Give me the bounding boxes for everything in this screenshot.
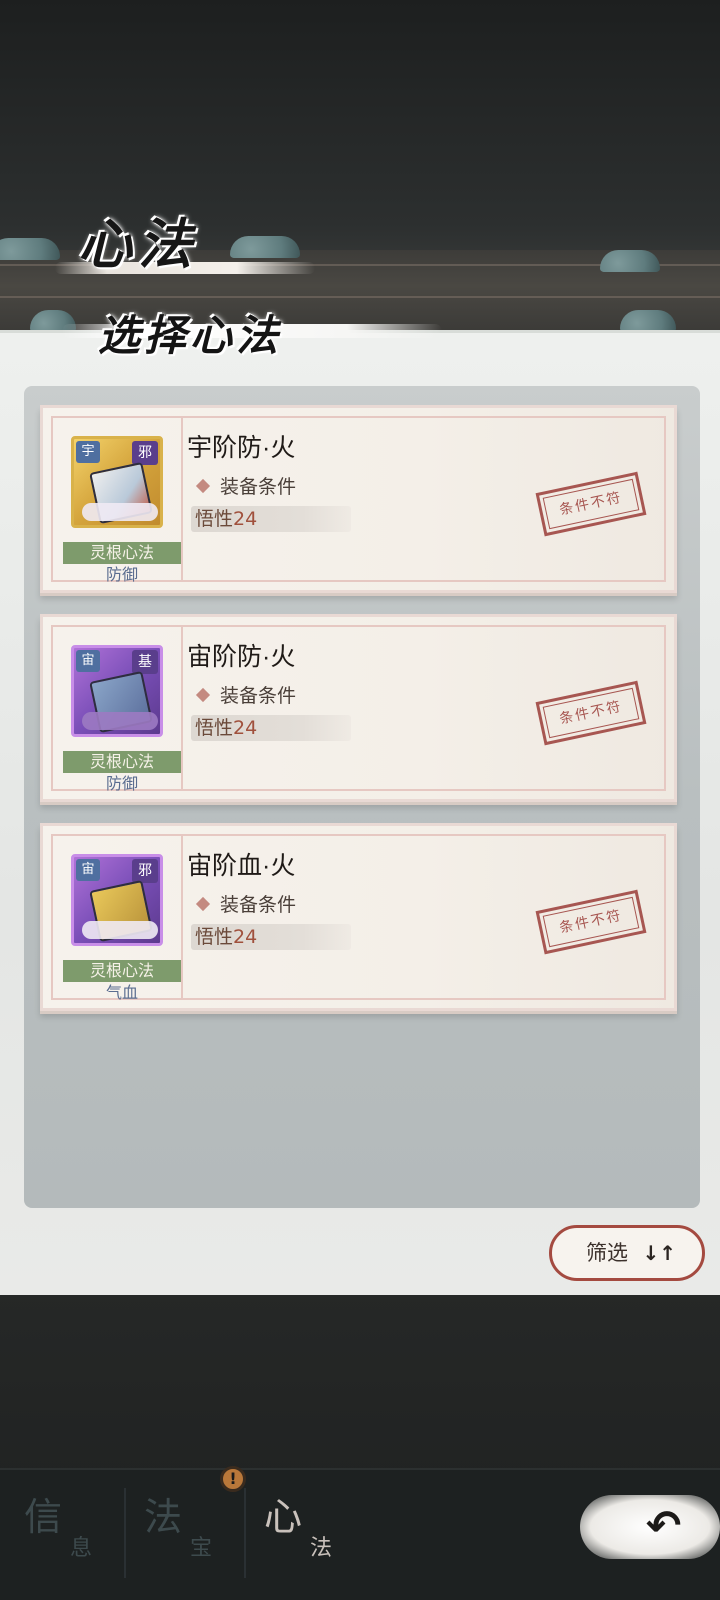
filter-label: 筛选 xyxy=(586,1241,628,1265)
back-button[interactable]: ↶ xyxy=(580,1495,720,1559)
icon-frame: 宙 邪 灵根心法 气血 xyxy=(53,836,183,1002)
requirement-value: 24 xyxy=(233,717,258,739)
type-label: 灵根心法 xyxy=(63,751,181,773)
book-purple-icon: 宙 基 xyxy=(71,645,163,737)
card-name: 宇阶防·火 xyxy=(187,434,296,462)
affinity-tag: 邪 xyxy=(132,859,158,883)
requirement-key: 悟性 xyxy=(195,508,234,530)
card-item[interactable]: 宇 邪 灵根心法 防御 宇阶防·火 装备条件 悟性24 条件不符 xyxy=(40,405,677,593)
cloud-decoration xyxy=(230,236,300,258)
condition-label: 装备条件 xyxy=(220,476,297,498)
rank-tag: 宙 xyxy=(76,650,100,672)
type-label: 灵根心法 xyxy=(63,960,181,982)
book-gold-icon: 宇 邪 xyxy=(71,436,163,528)
tab-treasure-small: 宝 xyxy=(190,1536,213,1561)
card-item[interactable]: 宙 邪 灵根心法 气血 宙阶血·火 装备条件 悟性24 条件不符 xyxy=(40,823,677,1011)
category-label: 防御 xyxy=(105,565,138,584)
card-name: 宙阶防·火 xyxy=(187,643,296,671)
back-arrow-icon: ↶ xyxy=(646,1501,682,1550)
tab-info-small: 息 xyxy=(70,1536,93,1561)
filter-button[interactable]: 筛选 ↓↑ xyxy=(549,1225,705,1281)
requirement-key: 悟性 xyxy=(195,926,234,948)
icon-frame: 宙 基 灵根心法 防御 xyxy=(53,627,183,793)
cloud-decoration xyxy=(600,250,660,272)
requirement-bar: 悟性24 xyxy=(191,506,351,532)
tab-info[interactable]: 信 息 xyxy=(4,1486,122,1576)
sort-arrows-icon: ↓↑ xyxy=(642,1241,676,1265)
rank-tag: 宙 xyxy=(76,859,100,881)
condition-row: 装备条件 xyxy=(195,681,297,708)
cloud-puff xyxy=(82,712,158,730)
type-label: 灵根心法 xyxy=(63,542,181,564)
requirement-value: 24 xyxy=(233,508,258,530)
rank-tag: 宇 xyxy=(76,441,100,463)
card-name: 宙阶血·火 xyxy=(187,852,296,880)
affinity-tag: 邪 xyxy=(132,441,158,465)
condition-row: 装备条件 xyxy=(195,472,297,499)
tab-info-big: 信 xyxy=(24,1495,63,1539)
diamond-icon xyxy=(195,478,211,494)
requirement-key: 悟性 xyxy=(195,717,234,739)
tab-xinfa-big: 心 xyxy=(264,1495,303,1539)
tab-treasure[interactable]: 法 宝 xyxy=(124,1486,242,1576)
requirement-bar: 悟性24 xyxy=(191,924,351,950)
affinity-tag: 基 xyxy=(132,650,158,674)
cloud-decoration xyxy=(620,310,676,332)
book-purple-icon: 宙 邪 xyxy=(71,854,163,946)
tab-xinfa-small: 法 xyxy=(310,1536,333,1561)
requirement-value: 24 xyxy=(233,926,258,948)
requirement-bar: 悟性24 xyxy=(191,715,351,741)
cloud-puff xyxy=(82,921,158,939)
category-label: 防御 xyxy=(105,774,138,793)
tab-treasure-big: 法 xyxy=(144,1495,183,1539)
icon-frame: 宇 邪 灵根心法 防御 xyxy=(53,418,183,584)
diamond-icon xyxy=(195,687,211,703)
condition-label: 装备条件 xyxy=(220,685,297,707)
category-label: 气血 xyxy=(105,983,138,1002)
tab-xinfa[interactable]: 心 法 xyxy=(244,1486,362,1576)
page-title: 心法 xyxy=(78,212,198,276)
cloud-decoration xyxy=(0,238,60,260)
alert-badge: ! xyxy=(220,1466,246,1492)
cloud-puff xyxy=(82,503,158,521)
diamond-icon xyxy=(195,896,211,912)
header-line xyxy=(0,296,720,298)
section-title: 选择心法 xyxy=(98,311,283,360)
condition-row: 装备条件 xyxy=(195,890,297,917)
card-item[interactable]: 宙 基 灵根心法 防御 宙阶防·火 装备条件 悟性24 条件不符 xyxy=(40,614,677,802)
condition-label: 装备条件 xyxy=(220,894,297,916)
